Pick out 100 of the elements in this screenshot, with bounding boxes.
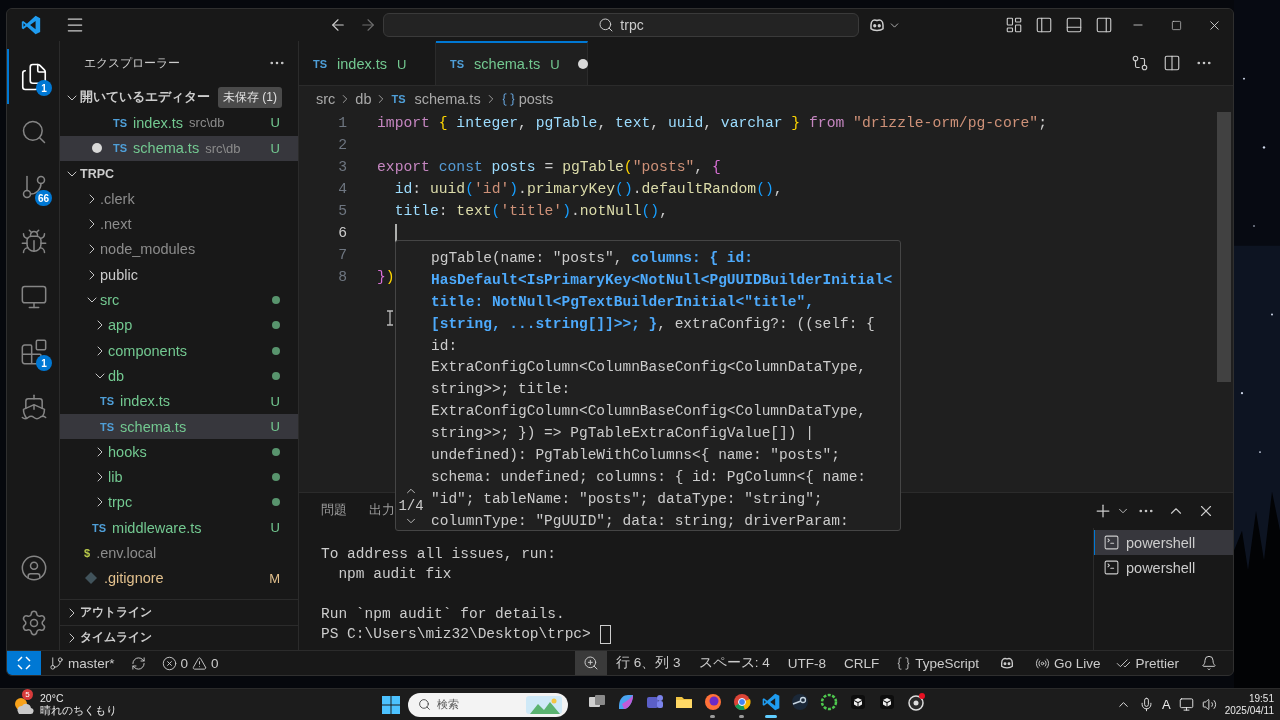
open-editor-item[interactable]: TS schema.ts src\db U [60, 135, 298, 161]
microphone-icon[interactable] [1139, 697, 1154, 712]
code-editor-app-icon[interactable] [760, 691, 781, 712]
file-name: node_modules [100, 241, 196, 258]
compare-icon[interactable] [1131, 54, 1149, 72]
breadcrumb-item[interactable]: posts [518, 91, 554, 107]
tree-item[interactable]: node_modules [60, 236, 298, 263]
notifications-icon[interactable] [1201, 655, 1217, 671]
file-name: index.ts [120, 393, 171, 410]
prettier-status[interactable]: Prettier [1108, 651, 1187, 675]
section-header[interactable]: 開いているエディター 未保存 (1) [60, 85, 298, 111]
file-type-label: $ [84, 547, 91, 559]
steam-icon[interactable] [789, 691, 810, 712]
zoom-button[interactable] [575, 651, 608, 675]
tree-item[interactable]: TS middleware.ts U [60, 515, 298, 541]
ring-icon[interactable] [818, 691, 839, 712]
split-editor-icon[interactable] [1163, 54, 1181, 72]
count-badge: 1 [36, 80, 52, 96]
status-item[interactable]: UTF-8 [778, 651, 835, 675]
tree-item[interactable]: TS schema.ts U [60, 413, 298, 440]
search-field[interactable]: 検索 [408, 692, 568, 717]
browser-icon[interactable] [731, 691, 752, 712]
tree-item[interactable]: public [60, 262, 298, 288]
tree-item[interactable]: lib [60, 464, 298, 490]
panel-tab[interactable]: 出力 [369, 501, 395, 520]
clock[interactable]: 19:51 2025/04/11 [1224, 692, 1274, 717]
unsaved-dot [92, 143, 102, 154]
terminal-icon [1103, 559, 1120, 576]
terminal-line: To address all issues, run: [321, 546, 556, 562]
panel-tab[interactable]: 問題 [321, 501, 347, 520]
breadcrumb-item[interactable]: schema.ts [414, 91, 481, 107]
signature-line: id: [431, 337, 458, 354]
tree-item[interactable]: .clerk [60, 186, 298, 212]
open-editor-item[interactable]: TS index.ts src\db U [60, 110, 298, 136]
file-name: lib [108, 469, 123, 486]
tree-item[interactable]: $ .env.local [60, 540, 298, 566]
file-type-label: TS [313, 58, 328, 70]
tree-item[interactable]: hooks [60, 439, 298, 465]
windows-logo-icon[interactable] [382, 695, 400, 714]
file-name: components [108, 342, 187, 359]
mouse-cursor-icon [386, 310, 394, 326]
git-file-icon [84, 571, 98, 586]
status-item[interactable]: CRLF [834, 651, 889, 675]
language-status[interactable]: TypeScript [888, 651, 987, 675]
git-status: U [270, 140, 280, 156]
branch-icon [49, 655, 64, 671]
file-name: app [108, 317, 133, 334]
signature-line: ExtraConfigColumn<ColumnBaseConfig<ColumnDataType, [431, 359, 867, 376]
code-line: title: text('title').notNull(), [393, 203, 668, 219]
maximize-icon[interactable] [1170, 19, 1182, 31]
section-header[interactable]: アウトライン [60, 599, 298, 625]
remote-icon [16, 655, 32, 671]
bug-icon[interactable] [20, 227, 48, 256]
notification-badge: 5 [22, 688, 33, 700]
settings-icon[interactable] [20, 608, 48, 637]
panel-right-icon[interactable] [1095, 16, 1113, 34]
terminal[interactable]: To address all issues, run: npm audit fix Run `npm audit` for details. PS C:\Users\miz32\Desktop\trpc> [299, 528, 1093, 650]
git-status: U [270, 520, 280, 536]
extensions-icon[interactable] [20, 337, 48, 366]
panel-left-icon[interactable] [1035, 16, 1053, 34]
zoom-icon [583, 655, 600, 671]
file-type-label: TS [113, 142, 128, 155]
section-header[interactable]: TRPC [60, 160, 298, 187]
tree-item[interactable]: .next [60, 211, 298, 237]
tree-item[interactable]: db [60, 363, 298, 389]
editor-tab[interactable]: TS schema.ts U [436, 41, 588, 85]
recorder-icon[interactable] [905, 691, 926, 712]
unsaved-badge: 未保存 (1) [218, 87, 282, 109]
tree-item[interactable]: app [60, 312, 298, 338]
tree-item[interactable]: components [60, 337, 298, 364]
terminal-item[interactable]: powershell [1094, 530, 1233, 555]
status-item[interactable]: 行 6、列 3 [607, 651, 690, 675]
tree-item[interactable]: src [60, 287, 298, 313]
file-name: hooks [108, 443, 147, 460]
breadcrumb-item[interactable]: src [316, 91, 336, 107]
terminal-item[interactable]: powershell [1094, 555, 1233, 580]
input-method[interactable]: A [1162, 697, 1171, 712]
line-number: 3 [337, 159, 348, 175]
tree-item[interactable]: .gitignore M [60, 565, 298, 591]
volume-icon[interactable] [1201, 697, 1217, 712]
sidebar-title: エクスプローラー [84, 54, 180, 72]
files-icon[interactable] [19, 61, 49, 92]
problems-status[interactable]: 0 0 [153, 651, 227, 675]
file-name: .next [100, 216, 132, 233]
layout-icon[interactable] [1005, 16, 1023, 34]
app-logo-icon[interactable] [20, 14, 42, 36]
tree-item[interactable]: TS index.ts U [60, 388, 298, 414]
status-item[interactable]: スペース: 4 [689, 651, 779, 675]
breadcrumb-item[interactable]: db [355, 91, 372, 107]
signature-line: string>>; }) => PgTableExtraConfigValue[]) | [431, 425, 814, 442]
command-center[interactable]: trpc [383, 13, 859, 37]
back-icon[interactable] [329, 16, 347, 34]
sync-icon[interactable] [130, 655, 146, 671]
panel-bottom-icon[interactable] [1065, 16, 1083, 34]
scrollbar[interactable] [1217, 112, 1231, 382]
tree-item[interactable]: trpc [60, 489, 298, 516]
forward-icon[interactable] [359, 16, 377, 34]
branch-status[interactable]: master* [41, 651, 123, 675]
go-live-button[interactable]: Go Live [1026, 651, 1109, 675]
account-icon[interactable] [20, 553, 48, 582]
